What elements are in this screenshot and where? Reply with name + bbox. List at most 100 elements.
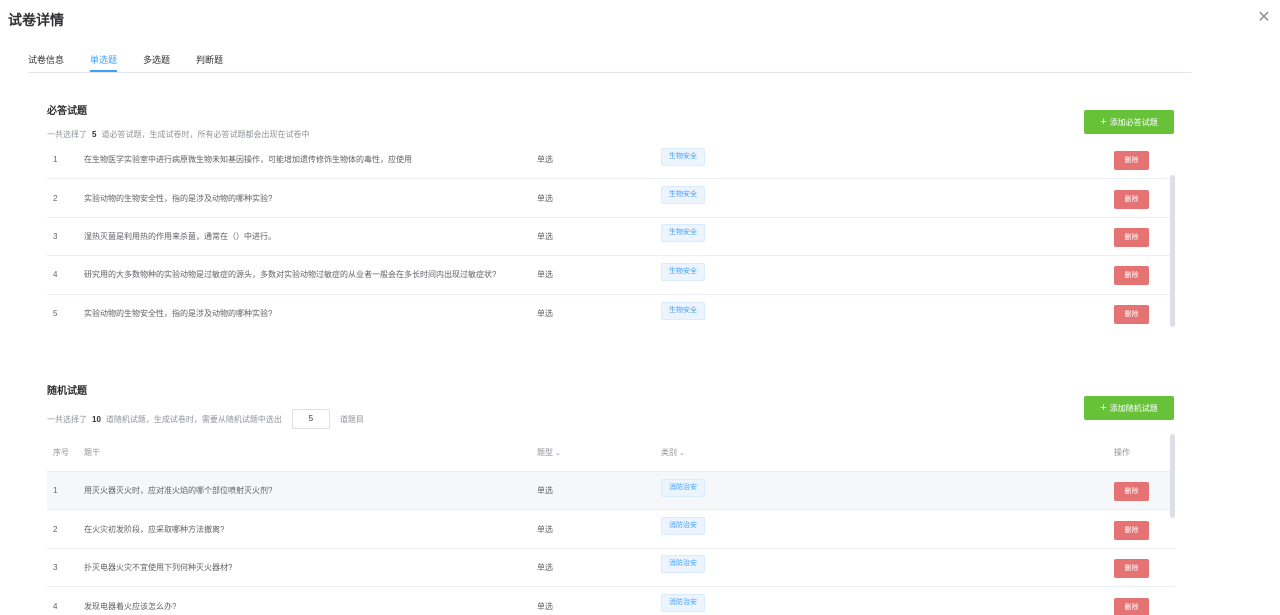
tab-true-false[interactable]: 判断题 [196,44,223,72]
add-required-label: 添加必答试题 [1109,117,1158,127]
row-index: 3 [53,562,58,572]
table-row: 3 扑灭电器火灾不宜使用下列何种灭火器材? 单选 消防治安 删除 [47,549,1175,588]
row-stem: 实验动物的生物安全性，指的是涉及动物的哪种实验? [84,193,273,203]
category-tag: 生物安全 [661,147,705,166]
header-index: 序号 [53,448,69,457]
add-random-question-button[interactable]: + 添加随机试题 [1084,396,1174,420]
row-category: 消防治安 [661,510,741,547]
tab-bar: 试卷信息 单选题 多选题 判断题 [28,44,1192,73]
tab-paper-info[interactable]: 试卷信息 [28,44,64,72]
delete-button[interactable]: 删除 [1114,266,1149,286]
required-desc-prefix: 一共选择了 [47,129,87,139]
table-row: 1 在生物医学实验室中进行病原微生物未知基因操作，可能增加遗传修饰生物体的毒性，… [47,141,1175,180]
row-stem: 在火灾初发阶段，应采取哪种方法撤离? [84,524,225,534]
dialog-title: 试卷详情 [8,12,64,28]
row-type: 单选 [537,601,553,611]
row-op: 删除 [1114,549,1154,586]
delete-button[interactable]: 删除 [1114,597,1149,615]
row-type: 单选 [537,231,553,241]
category-tag: 生物安全 [661,186,705,205]
row-type: 单选 [537,524,553,534]
row-category: 消防治安 [661,587,741,615]
row-stem: 实验动物的生物安全性，指的是涉及动物的哪种实验? [84,309,273,319]
row-type: 单选 [537,155,553,165]
row-op: 删除 [1114,295,1154,333]
row-op: 删除 [1114,256,1154,293]
row-type: 单选 [537,562,553,572]
delete-button[interactable]: 删除 [1114,482,1149,502]
delete-button[interactable]: 删除 [1114,558,1149,578]
category-tag: 生物安全 [661,301,705,320]
table-header: 序号 题干 题型 ⌄ 类别 ⌄ 操作 [47,434,1175,472]
row-type: 单选 [537,270,553,280]
required-section-desc: 一共选择了 5 道必答试题，生成试卷时，所有必答试题都会出现在试卷中 [47,128,309,140]
table-row: 2 实验动物的生物安全性，指的是涉及动物的哪种实验? 单选 生物安全 删除 [47,179,1175,218]
delete-button[interactable]: 删除 [1114,189,1149,209]
row-type: 单选 [537,486,553,496]
row-stem: 研究用的大多数物种的实验动物是过敏症的源头，多数对实验动物过敏症的从业者一般会在… [84,270,497,280]
required-question-table: 1 在生物医学实验室中进行病原微生物未知基因操作，可能增加遗传修饰生物体的毒性，… [47,141,1175,333]
table-row: 1 用灭火器灭火时，应对准火焰的哪个部位喷射灭火剂? 单选 消防治安 删除 [47,472,1175,511]
random-desc-prefix: 一共选择了 [47,414,87,424]
category-tag: 消防治安 [661,478,705,497]
header-type[interactable]: 题型 ⌄ [537,434,597,471]
row-op: 删除 [1114,141,1154,178]
row-index: 1 [53,486,58,496]
category-tag: 生物安全 [661,224,705,243]
delete-button[interactable]: 删除 [1114,151,1149,171]
row-category: 消防治安 [661,472,741,509]
plus-icon: + [1100,115,1107,128]
row-index: 5 [53,309,58,319]
random-desc-mid: 道随机试题，生成试卷时，需要从随机试题中选出 [105,414,282,424]
header-category[interactable]: 类别 ⌄ [661,434,741,471]
row-op: 删除 [1114,587,1154,615]
close-icon[interactable]: ✕ [1256,10,1272,26]
category-tag: 消防治安 [661,555,705,574]
table-row: 4 发现电器着火应该怎么办? 单选 消防治安 删除 [47,587,1175,615]
table-row: 5 实验动物的生物安全性，指的是涉及动物的哪种实验? 单选 生物安全 删除 [47,295,1175,333]
table-row: 3 湿热灭菌是利用热的作用来杀菌，通常在（）中进行。 单选 生物安全 删除 [47,218,1175,257]
random-pick-count-input[interactable]: 5 [291,409,330,429]
row-category: 生物安全 [661,218,741,255]
row-index: 3 [53,231,58,241]
delete-button[interactable]: 删除 [1114,520,1149,540]
table-row: 2 在火灾初发阶段，应采取哪种方法撤离? 单选 消防治安 删除 [47,510,1175,549]
row-op: 删除 [1114,510,1154,547]
required-table-scrollbar[interactable] [1170,175,1175,327]
tab-single-choice[interactable]: 单选题 [90,44,118,72]
row-index: 4 [53,601,58,611]
caret-down-icon: ⌄ [555,449,561,457]
random-count: 10 [92,414,101,424]
add-random-label: 添加随机试题 [1109,403,1158,413]
delete-button[interactable]: 删除 [1114,305,1149,325]
plus-icon: + [1100,401,1107,414]
required-count: 5 [92,129,97,139]
row-index: 4 [53,270,58,280]
row-op: 删除 [1114,218,1154,255]
category-tag: 消防治安 [661,517,705,536]
delete-button[interactable]: 删除 [1114,227,1149,247]
row-stem: 扑灭电器火灾不宜使用下列何种灭火器材? [84,562,233,572]
random-section-desc: 一共选择了 10 道随机试题，生成试卷时，需要从随机试题中选出 5 道题目 [47,409,364,429]
required-desc-suffix: 道必答试题，生成试卷时，所有必答试题都会出现在试卷中 [101,129,310,139]
row-type: 单选 [537,309,553,319]
row-category: 生物安全 [661,256,741,293]
row-stem: 湿热灭菌是利用热的作用来杀菌，通常在（）中进行。 [84,231,276,241]
row-category: 生物安全 [661,295,741,333]
row-op: 删除 [1114,179,1154,216]
row-type: 单选 [537,193,553,203]
category-tag: 生物安全 [661,262,705,281]
tab-multiple-choice[interactable]: 多选题 [143,44,170,72]
row-index: 2 [53,524,58,534]
row-stem: 发现电器着火应该怎么办? [84,601,177,611]
caret-down-icon: ⌄ [679,449,685,457]
random-desc-suffix: 道题目 [339,414,364,424]
add-required-question-button[interactable]: + 添加必答试题 [1084,110,1174,134]
row-index: 1 [53,155,58,165]
row-op: 删除 [1114,472,1154,509]
random-table-scrollbar[interactable] [1170,434,1175,518]
random-question-table: 序号 题干 题型 ⌄ 类别 ⌄ 操作 1 用灭火器灭火时，应对准火焰的哪个部位喷射灭… [47,434,1175,615]
row-stem: 用灭火器灭火时，应对准火焰的哪个部位喷射灭火剂? [84,486,273,496]
table-row: 4 研究用的大多数物种的实验动物是过敏症的源头，多数对实验动物过敏症的从业者一般… [47,256,1175,295]
row-index: 2 [53,193,58,203]
